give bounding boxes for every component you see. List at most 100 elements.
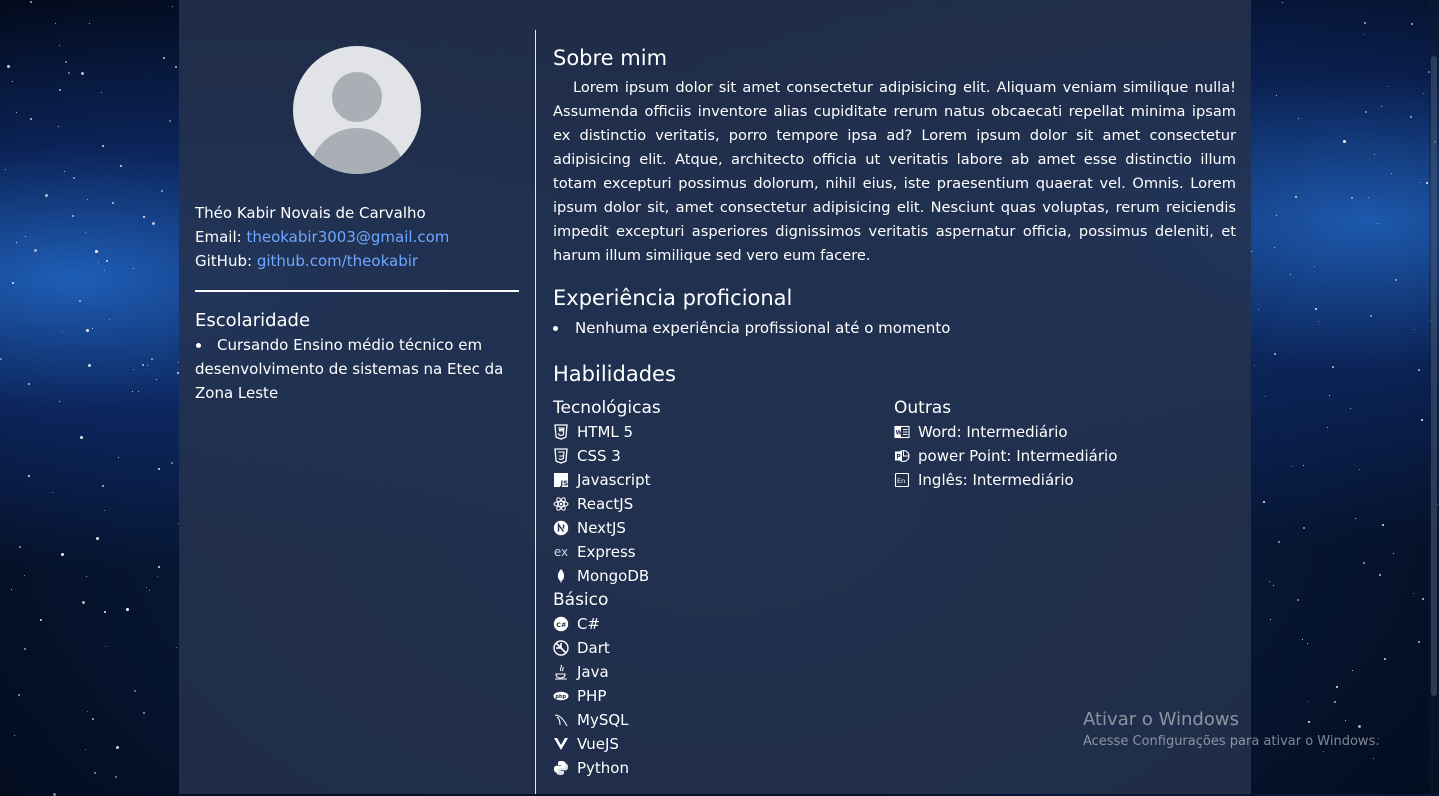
star xyxy=(84,231,86,233)
skill-item-php: php PHP xyxy=(553,684,883,708)
skill-label: HTML 5 xyxy=(577,423,634,441)
skill-item-express: ex Express xyxy=(553,540,883,564)
star xyxy=(1350,408,1352,410)
experience-list: Nenhuma experiência profissional até o m… xyxy=(553,316,1236,340)
star xyxy=(160,189,163,192)
tech-skills-title: Tecnológicas xyxy=(553,398,661,418)
star xyxy=(133,369,135,371)
github-link[interactable]: github.com/theokabir xyxy=(257,252,418,270)
star xyxy=(1368,196,1370,198)
star xyxy=(18,693,21,696)
star xyxy=(1423,93,1425,95)
watermark-title: Ativar o Windows xyxy=(1083,709,1239,730)
star xyxy=(6,64,10,68)
star xyxy=(104,646,106,648)
star xyxy=(1412,593,1414,595)
star xyxy=(1383,658,1386,661)
star xyxy=(1370,314,1373,317)
php-icon: php xyxy=(553,688,569,704)
windows-activation-watermark: Ativar o Windows Acesse Configurações pa… xyxy=(1083,708,1379,752)
star xyxy=(1418,181,1420,183)
star xyxy=(104,509,106,511)
star xyxy=(1390,173,1392,175)
star xyxy=(1277,541,1280,544)
star xyxy=(64,61,67,64)
star xyxy=(1313,266,1315,268)
star xyxy=(1257,308,1259,310)
star xyxy=(1363,22,1366,25)
star xyxy=(1374,154,1376,156)
star xyxy=(1362,562,1365,565)
svg-text:JS: JS xyxy=(560,480,569,488)
star xyxy=(1342,139,1346,143)
skill-item-csharp: C# C# xyxy=(553,612,883,636)
email-link[interactable]: theokabir3003@gmail.com xyxy=(246,228,449,246)
star xyxy=(98,262,100,264)
star xyxy=(1409,115,1412,118)
education-list: Cursando Ensino médio técnico em desenvo… xyxy=(195,333,519,405)
profile-sidebar: Théo Kabir Novais de Carvalho Email: the… xyxy=(195,46,519,405)
skill-item-mongodb: MongoDB xyxy=(553,564,883,588)
star xyxy=(163,56,166,59)
star xyxy=(103,611,106,614)
profile-name: Théo Kabir Novais de Carvalho xyxy=(195,204,426,222)
star xyxy=(120,164,123,167)
skill-label: PHP xyxy=(577,687,607,705)
skill-item-powerpoint: P power Point: Intermediário xyxy=(894,444,1236,468)
star xyxy=(71,215,74,218)
star xyxy=(172,5,174,7)
tech-skills-column: Tecnológicas HTML 5 CSS 3 JS Javascript … xyxy=(553,396,883,780)
star xyxy=(11,282,14,285)
star xyxy=(87,199,89,200)
contact-info: Théo Kabir Novais de Carvalho Email: the… xyxy=(195,201,519,273)
star xyxy=(1421,598,1424,601)
star xyxy=(24,574,26,576)
skill-label: MongoDB xyxy=(577,567,650,585)
column-divider xyxy=(535,30,536,794)
star xyxy=(4,168,6,170)
star xyxy=(18,545,21,548)
star xyxy=(142,216,145,219)
star xyxy=(1425,181,1428,184)
star xyxy=(10,588,12,590)
svg-text:En: En xyxy=(897,477,905,485)
avatar xyxy=(293,46,421,174)
svg-text:C#: C# xyxy=(556,621,566,629)
star xyxy=(58,45,60,47)
other-skills-column: Outras W Word: Intermediário P power Poi… xyxy=(894,396,1236,492)
about-title: Sobre mim xyxy=(553,46,668,70)
sidebar-divider xyxy=(195,290,519,292)
mysql-icon xyxy=(553,712,569,728)
star xyxy=(100,91,102,93)
star xyxy=(1392,552,1394,554)
star xyxy=(1291,465,1293,467)
skill-item-css3: CSS 3 xyxy=(553,444,883,468)
basic-skills-title: Básico xyxy=(553,590,609,610)
star xyxy=(1269,618,1271,620)
skill-label: MySQL xyxy=(577,711,629,729)
skill-item-mysql: MySQL xyxy=(553,708,883,732)
star xyxy=(1295,195,1298,198)
star xyxy=(1380,106,1382,108)
star xyxy=(0,357,2,360)
star xyxy=(1411,22,1413,25)
star xyxy=(1382,524,1385,527)
star xyxy=(58,401,60,403)
other-skills-title: Outras xyxy=(894,398,952,418)
scrollbar-thumb[interactable] xyxy=(1431,56,1437,696)
star xyxy=(94,250,98,254)
page-scrollbar[interactable] xyxy=(1429,0,1439,794)
star xyxy=(175,646,177,648)
skill-item-java: Java xyxy=(553,660,883,684)
star xyxy=(1318,320,1320,322)
star xyxy=(1326,427,1328,429)
star xyxy=(79,300,82,303)
star xyxy=(1355,517,1357,519)
skill-label: Javascript xyxy=(577,471,651,489)
watermark-subtitle: Acesse Configurações para ativar o Windo… xyxy=(1083,734,1380,749)
experience-title: Experiência proficional xyxy=(553,286,793,310)
star xyxy=(1334,700,1337,703)
star xyxy=(1350,196,1353,199)
dart-icon xyxy=(553,640,569,656)
english-icon: En xyxy=(894,472,910,488)
